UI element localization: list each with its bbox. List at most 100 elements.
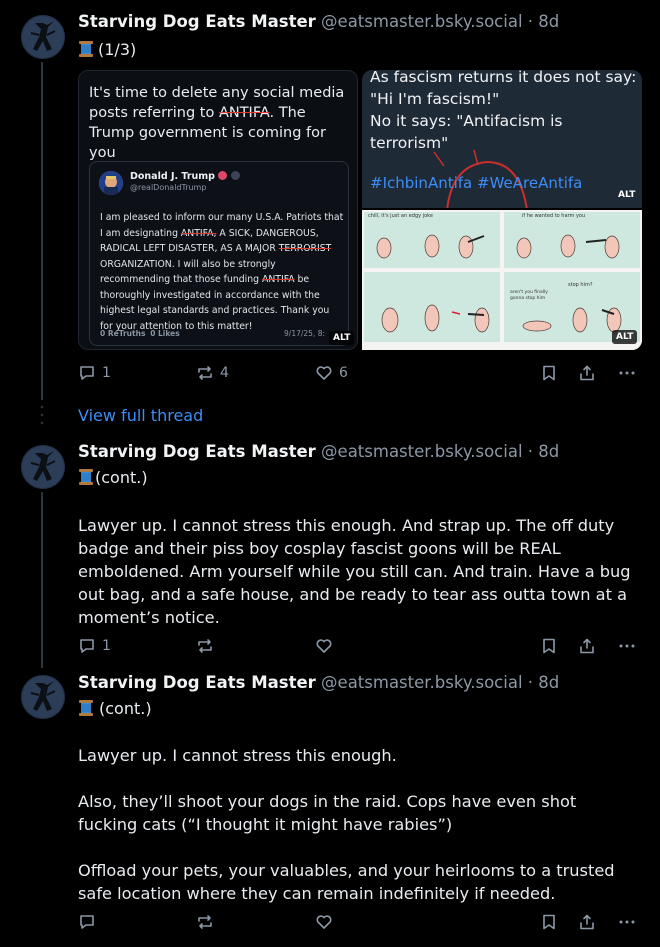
repost-button[interactable] (196, 911, 214, 933)
post-header: Starving Dog Eats Master @eatsmaster.bsk… (78, 12, 559, 32)
comic-caption-1: chill, it's just an edgy joke (368, 213, 433, 219)
card-struck-c: ANTIFA (261, 274, 295, 285)
post-3[interactable]: Starving Dog Eats Master @eatsmaster.bsk… (0, 661, 660, 947)
author-handle[interactable]: @eatsmaster.bsky.social (321, 442, 522, 461)
post-text: Lawyer up. I cannot stress this enough. … (78, 746, 615, 903)
post-header: Starving Dog Eats Master @eatsmaster.bsk… (78, 442, 559, 462)
spool-emoji-icon (79, 469, 93, 485)
comic-caption-2: if he wanted to harm you (522, 213, 586, 219)
bookmark-icon (543, 914, 555, 930)
avatar[interactable] (21, 675, 65, 719)
view-full-thread-link[interactable]: View full thread (78, 406, 203, 425)
comic-caption-4b: stop him? (568, 282, 593, 288)
avatar[interactable] (21, 445, 65, 489)
reply-icon (80, 639, 94, 653)
repost-button[interactable]: 4 (196, 362, 229, 384)
reply-button[interactable] (78, 911, 96, 933)
repost-button[interactable] (196, 635, 214, 657)
bookmark-button[interactable] (540, 911, 558, 933)
post-tag: (1/3) (78, 40, 136, 60)
reply-button[interactable]: 1 (78, 362, 111, 384)
image-1-header-text: It's time to delete any social media pos… (89, 83, 354, 163)
author-name[interactable]: Starving Dog Eats Master (78, 442, 316, 461)
post-tag-text: (1/3) (98, 40, 137, 59)
post-header: Starving Dog Eats Master @eatsmaster.bsk… (78, 673, 559, 693)
repost-count: 4 (220, 365, 229, 381)
like-button[interactable] (315, 911, 333, 933)
trump-avatar (99, 171, 123, 195)
post-text: Lawyer up. I cannot stress this enough. … (78, 516, 636, 627)
card-author-name: Donald J. Trump (130, 171, 215, 182)
card-author: Donald J. Trump (130, 171, 240, 182)
post-tag: (cont.) (78, 699, 152, 719)
card-struck-b: TERRORIST (278, 243, 332, 254)
author-handle[interactable]: @eatsmaster.bsky.social (321, 673, 522, 692)
post-actions: 1 (78, 635, 643, 657)
bookmark-icon (543, 638, 555, 654)
post-tag-text: (cont.) (99, 699, 152, 718)
reply-count: 1 (102, 638, 111, 654)
alt-badge[interactable]: ALT (329, 331, 355, 345)
more-button[interactable] (618, 362, 636, 384)
share-button[interactable] (578, 635, 596, 657)
author-handle[interactable]: @eatsmaster.bsky.social (321, 12, 522, 31)
card-likes: 0 Likes (150, 329, 180, 338)
card-retruths: 0 ReTruths (100, 329, 146, 338)
embedded-image-3[interactable]: chill, it's just an edgy joke if he want… (362, 210, 642, 350)
image-2-hashtags: #IchbinAntifa #WeAreAntifa (370, 174, 583, 192)
more-button[interactable] (618, 911, 636, 933)
bookmark-button[interactable] (540, 362, 558, 384)
reply-icon (80, 915, 94, 929)
separator: · (522, 673, 539, 692)
alt-badge[interactable]: ALT (612, 330, 638, 344)
post-time[interactable]: 8d (538, 673, 559, 692)
reply-count: 1 (102, 365, 111, 381)
post-time[interactable]: 8d (538, 12, 559, 31)
separator: · (522, 442, 539, 461)
like-button[interactable]: 6 (315, 362, 348, 384)
card-text: I am pleased to inform our many U.S.A. P… (100, 210, 345, 334)
card-handle: @realDonaldTrump (130, 183, 207, 192)
like-icon (316, 366, 332, 380)
share-button[interactable] (578, 362, 596, 384)
post-1[interactable]: Starving Dog Eats Master @eatsmaster.bsk… (0, 0, 660, 395)
repost-icon (198, 639, 212, 653)
flag-icon (230, 171, 240, 180)
reply-button[interactable]: 1 (78, 635, 111, 657)
card-date: 9/17/25, 8: (284, 329, 325, 338)
author-name[interactable]: Starving Dog Eats Master (78, 673, 316, 692)
quoted-truth-card: Donald J. Trump @realDonaldTrump I am pl… (89, 161, 349, 346)
like-count: 6 (339, 365, 348, 381)
more-button[interactable] (618, 635, 636, 657)
repost-icon (198, 915, 212, 929)
like-icon (316, 915, 332, 929)
spool-emoji-icon (79, 41, 93, 57)
embedded-image-1[interactable]: It's time to delete any social media pos… (78, 70, 358, 350)
share-button[interactable] (578, 911, 596, 933)
alt-badge[interactable]: ALT (614, 188, 639, 202)
avatar[interactable] (21, 15, 65, 59)
more-icon (619, 371, 635, 375)
post-time[interactable]: 8d (538, 442, 559, 461)
post-actions: 1 4 6 (78, 362, 643, 384)
reply-icon (80, 366, 94, 380)
embedded-image-2[interactable]: As fascism returns it does not say: "Hi … (362, 70, 642, 208)
share-icon (580, 638, 594, 654)
media-grid[interactable]: It's time to delete any social media pos… (78, 70, 642, 350)
header-text-a: It's time to delete any social media pos… (89, 85, 345, 121)
separator: · (522, 12, 539, 31)
struck-word: ANTIFA (218, 105, 270, 121)
verified-badge-icon (218, 171, 228, 180)
card-struck-a: ANTIFA, (180, 227, 217, 239)
bookmark-icon (543, 365, 555, 381)
post-tag: (cont.) (78, 468, 148, 488)
post-tag-text: (cont.) (95, 468, 148, 487)
card-text-c: ORGANIZATION. I will also be strongly re… (100, 258, 276, 286)
bookmark-button[interactable] (540, 635, 558, 657)
author-name[interactable]: Starving Dog Eats Master (78, 12, 316, 31)
more-icon (619, 920, 635, 924)
share-icon (580, 914, 594, 930)
post-2[interactable]: Starving Dog Eats Master @eatsmaster.bsk… (0, 430, 660, 670)
like-button[interactable] (315, 635, 333, 657)
comic-caption-4a: aren't you finally gonna stop him (510, 290, 548, 301)
